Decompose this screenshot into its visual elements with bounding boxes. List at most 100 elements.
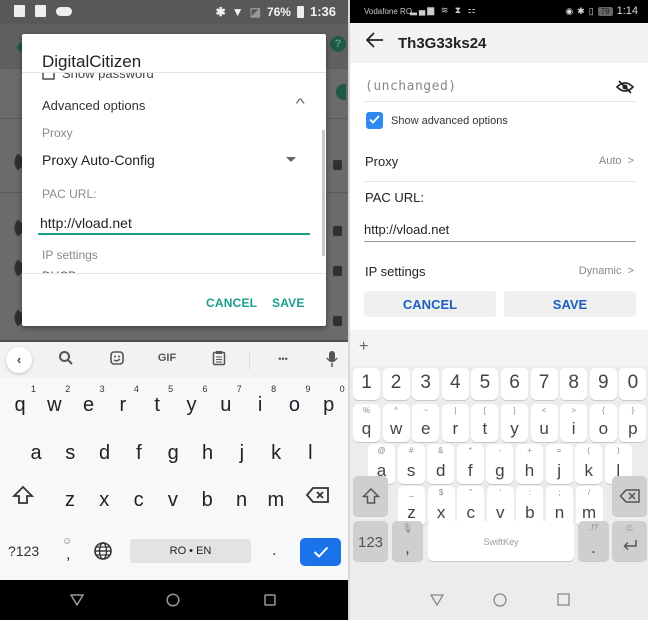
key-b[interactable]: b [190,489,224,512]
show-advanced-checkbox[interactable] [366,112,383,129]
key-6[interactable]: 6 [501,368,528,400]
backspace-key[interactable] [612,476,647,516]
proxy-selector[interactable]: Auto > [599,155,634,167]
key-m[interactable]: / m [575,486,603,526]
key-c[interactable]: c [122,489,156,512]
key-d[interactable]: & d [427,444,455,484]
pac-url-input[interactable] [364,218,636,242]
backspace-key[interactable] [305,486,331,509]
key-2[interactable]: 2 [382,368,410,400]
dialog-scroll-body[interactable]: Show password Advanced options ^ Proxy P… [22,73,326,273]
globe-icon[interactable] [93,541,113,566]
key-e[interactable]: e3 [72,384,106,417]
sticker-icon[interactable] [105,350,129,369]
home-nav-icon[interactable] [493,593,507,612]
key-q[interactable]: q1 [3,384,37,417]
shift-key[interactable] [11,485,35,510]
key-t[interactable]: t5 [140,384,174,417]
home-nav-icon[interactable] [166,593,180,612]
key-g[interactable]: -g [486,444,514,484]
password-field[interactable]: (unchanged) [365,79,457,94]
recents-nav-icon[interactable] [264,593,276,611]
space-bar[interactable]: RO • EN [130,539,251,563]
key-r[interactable]: | r [441,404,469,442]
numbers-key[interactable]: 123 [353,521,388,561]
key-z[interactable]: _ z [398,486,425,526]
key-m[interactable]: m [259,489,293,512]
space-bar[interactable]: SwiftKey [428,521,574,561]
dropdown-arrow-icon[interactable] [286,157,296,162]
checkbox-icon[interactable] [42,73,55,80]
key-a[interactable]: a [19,442,53,465]
key-h[interactable]: h [191,442,225,465]
key-x[interactable]: x [87,489,121,512]
key-h[interactable]: + h [516,444,543,484]
key-w[interactable]: w2 [37,384,71,417]
hide-password-icon[interactable] [615,80,635,99]
key-n[interactable]: ; n [546,486,573,526]
symbols-key[interactable]: ?123 [8,543,39,559]
key-s[interactable]: s [53,442,87,465]
key-4[interactable]: 4 [441,368,469,400]
microphone-icon[interactable] [320,350,344,371]
key-j[interactable]: = j [545,444,573,484]
advanced-options-toggle[interactable]: Advanced options [42,98,145,113]
enter-key[interactable]: ☺ [612,521,647,561]
key-u[interactable]: u7 [209,384,243,417]
key-u[interactable]: < u [530,404,558,442]
ip-settings-selector[interactable]: Dynamic > [579,265,634,277]
key-o[interactable]: o9 [277,384,311,417]
pac-url-input[interactable] [38,213,310,235]
key-p[interactable]: } p [619,404,647,442]
key-f[interactable]: f [122,442,156,465]
enter-key[interactable] [300,538,341,566]
recents-nav-icon[interactable] [557,593,570,611]
comma-key[interactable]: , [66,546,70,564]
key-f[interactable]: * f [456,444,484,484]
key-j[interactable]: j [225,442,259,465]
key-o[interactable]: {o [589,404,617,442]
period-key[interactable]: ,!? . [578,521,609,561]
key-v[interactable]: v [156,489,190,512]
key-5[interactable]: 5 [471,368,499,400]
proxy-dropdown[interactable]: Proxy Auto-Config [42,152,155,168]
key-l[interactable]: l [293,442,327,465]
key-w[interactable]: ^ w [382,404,410,442]
save-button[interactable]: SAVE [272,296,305,310]
key-x[interactable]: $ x [427,486,455,526]
key-y[interactable]: y6 [175,384,209,417]
cancel-button[interactable]: CANCEL [364,291,496,317]
back-arrow-icon[interactable] [365,31,384,54]
key-k[interactable]: (k [575,444,603,484]
key-p[interactable]: p0 [312,384,346,417]
plus-icon[interactable]: + [359,338,368,356]
key-b[interactable]: :b [516,486,544,526]
key-7[interactable]: 7 [530,368,558,400]
shift-key[interactable] [353,476,388,516]
key-q[interactable]: % q [353,404,380,442]
key-9[interactable]: 9 [589,368,617,400]
key-1[interactable]: 1 [353,368,380,400]
key-i[interactable]: > i [560,404,588,442]
key-z[interactable]: z [53,489,87,512]
key-r[interactable]: r4 [106,384,140,417]
key-c[interactable]: " c [457,486,485,526]
key-8[interactable]: 8 [560,368,588,400]
key-d[interactable]: d [88,442,122,465]
key-0[interactable]: 0 [619,368,647,400]
key-y[interactable]: ] y [501,404,528,442]
chevron-up-icon[interactable]: ^ [296,95,305,111]
search-icon[interactable] [54,350,78,369]
back-nav-icon[interactable] [429,593,445,611]
key-k[interactable]: k [259,442,293,465]
cancel-button[interactable]: CANCEL [206,296,257,310]
key-3[interactable]: 3 [412,368,440,400]
back-nav-icon[interactable] [69,593,85,611]
key-g[interactable]: g [156,442,190,465]
key-t[interactable]: [t [471,404,499,442]
show-password-checkbox[interactable]: Show password [42,73,154,81]
scrollbar[interactable] [322,130,325,256]
key-s[interactable]: # s [397,444,425,484]
comma-key[interactable]: 🎙 , [392,521,423,561]
key-i[interactable]: i8 [243,384,277,417]
